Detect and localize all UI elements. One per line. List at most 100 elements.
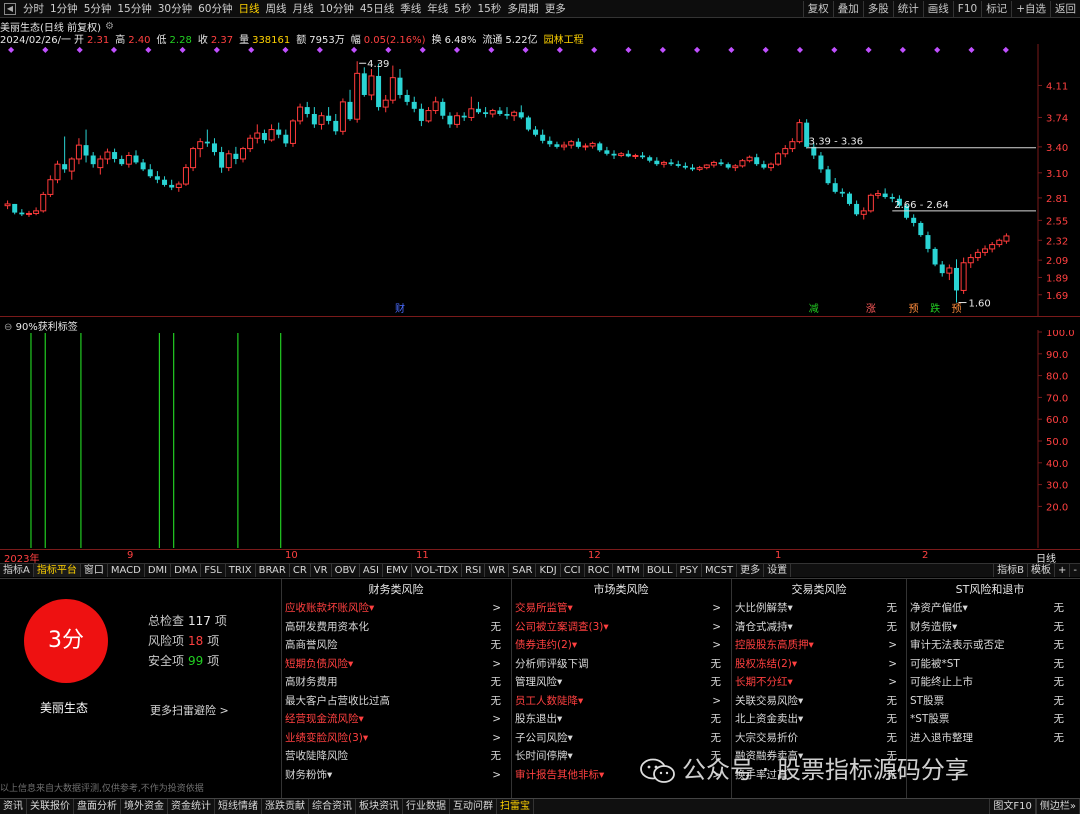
tab-17[interactable]: SAR	[509, 564, 537, 577]
chevron-right-icon[interactable]: >	[712, 636, 721, 655]
toolbar-btn-2[interactable]: 多股	[862, 1, 893, 17]
risk-item[interactable]: 大比例解禁▾ 无	[735, 599, 903, 618]
period-4[interactable]: 30分钟	[155, 1, 195, 17]
more-scan-link[interactable]: 更多扫雷避险 >	[150, 702, 229, 718]
tab-11[interactable]: OBV	[332, 564, 360, 577]
tab-23[interactable]: PSY	[677, 564, 703, 577]
toolbar-btn-6[interactable]: 标记	[981, 1, 1011, 17]
risk-item[interactable]: 可能被*ST 无	[910, 655, 1070, 674]
risk-item[interactable]: 高财务费用 无	[285, 673, 507, 692]
chevron-right-icon[interactable]: >	[492, 710, 501, 729]
period-10[interactable]: 45日线	[357, 1, 397, 17]
toolbar-btn-5[interactable]: F10	[952, 1, 981, 17]
tab-18[interactable]: KDJ	[536, 564, 561, 577]
risk-item[interactable]: 短期负债风险▾ >	[285, 655, 507, 674]
toolbar-btn-1[interactable]: 叠加	[832, 1, 863, 17]
risk-item[interactable]: 公司被立案调查(3)▾ >	[515, 618, 727, 637]
toolbar-btn-3[interactable]: 统计	[892, 1, 923, 17]
risk-item[interactable]: ST股票 无	[910, 692, 1070, 711]
tab-14[interactable]: VOL-TDX	[412, 564, 463, 577]
chevron-right-icon[interactable]: >	[888, 673, 897, 692]
tab-7[interactable]: TRIX	[226, 564, 256, 577]
tab-right-3[interactable]: -	[1069, 564, 1080, 577]
tab-9[interactable]: CR	[290, 564, 311, 577]
tab-4[interactable]: DMI	[145, 564, 172, 577]
period-15[interactable]: 多周期	[504, 1, 542, 17]
settings-icon[interactable]: ⚙	[105, 21, 114, 32]
bottom-tab-5[interactable]: 短线情绪	[215, 799, 262, 814]
period-3[interactable]: 15分钟	[114, 1, 154, 17]
period-12[interactable]: 年线	[424, 1, 451, 17]
period-7[interactable]: 周线	[263, 1, 290, 17]
risk-item[interactable]: 高商誉风险 无	[285, 636, 507, 655]
bottom-tab-4[interactable]: 资金统计	[168, 799, 215, 814]
tab-12[interactable]: ASI	[360, 564, 383, 577]
period-16[interactable]: 更多	[542, 1, 569, 17]
toolbar-menu-icon[interactable]: ◀	[4, 2, 16, 15]
chevron-right-icon[interactable]: >	[712, 692, 721, 711]
risk-item[interactable]: 营收陡降风险 无	[285, 747, 507, 766]
risk-item[interactable]: 子公司风险▾ 无	[515, 729, 727, 748]
risk-item[interactable]: 北上资金卖出▾ 无	[735, 710, 903, 729]
risk-item[interactable]: 经营现金流风险▾ >	[285, 710, 507, 729]
tab-21[interactable]: MTM	[613, 564, 644, 577]
chevron-right-icon[interactable]: >	[888, 655, 897, 674]
profit-label-subchart[interactable]: 100.0 90.0 80.0 70.0 60.0 50.0 40.0 30.0 20.0	[0, 330, 1080, 548]
tab-5[interactable]: DMA	[171, 564, 202, 577]
risk-item[interactable]: 高研发费用资本化 无	[285, 618, 507, 637]
tab-1[interactable]: 指标平台	[33, 564, 81, 577]
tab-0[interactable]: 指标A	[0, 564, 34, 577]
period-9[interactable]: 10分钟	[317, 1, 357, 17]
tab-3[interactable]: MACD	[108, 564, 145, 577]
risk-item[interactable]: 股东退出▾ 无	[515, 710, 727, 729]
sector-label[interactable]: 园林工程	[544, 31, 584, 46]
chevron-right-icon[interactable]: >	[712, 599, 721, 618]
tab-26[interactable]: 设置	[764, 564, 792, 577]
candlestick-chart[interactable]: 4.11 3.74 3.40 3.10 2.81 2.55 2.32 2.09 1.89 1.69…	[0, 44, 1080, 316]
tab-25[interactable]: 更多	[737, 564, 765, 577]
tab-10[interactable]: VR	[311, 564, 332, 577]
toolbar-btn-7[interactable]: +自选	[1011, 1, 1050, 17]
bottom-right-1[interactable]: 侧边栏»	[1035, 799, 1080, 814]
period-0[interactable]: 分时	[20, 1, 47, 17]
tab-8[interactable]: BRAR	[256, 564, 290, 577]
risk-item[interactable]: 大宗交易折价 无	[735, 729, 903, 748]
chevron-right-icon[interactable]: >	[492, 766, 501, 785]
toolbar-btn-4[interactable]: 画线	[922, 1, 953, 17]
risk-item[interactable]: 财务造假▾ 无	[910, 618, 1070, 637]
bottom-tab-6[interactable]: 涨跌贡献	[262, 799, 309, 814]
bottom-tab-1[interactable]: 关联报价	[27, 799, 74, 814]
toolbar-btn-0[interactable]: 复权	[802, 1, 833, 17]
risk-item[interactable]: 最大客户占营收比过高 无	[285, 692, 507, 711]
risk-item[interactable]: 财务粉饰▾ >	[285, 766, 507, 785]
risk-item[interactable]: *ST股票 无	[910, 710, 1070, 729]
tab-right-0[interactable]: 指标B	[993, 564, 1027, 577]
risk-item[interactable]: 员工人数陡降▾ >	[515, 692, 727, 711]
bottom-tab-7[interactable]: 综合资讯	[309, 799, 356, 814]
risk-item[interactable]: 管理风险▾ 无	[515, 673, 727, 692]
bottom-tab-0[interactable]: 资讯	[0, 799, 27, 814]
chevron-right-icon[interactable]: >	[888, 636, 897, 655]
risk-item[interactable]: 净资产偏低▾ 无	[910, 599, 1070, 618]
risk-item[interactable]: 关联交易风险▾ 无	[735, 692, 903, 711]
risk-item[interactable]: 控股股东高质押▾ >	[735, 636, 903, 655]
toolbar-btn-8[interactable]: 返回	[1050, 1, 1080, 17]
tab-15[interactable]: RSI	[462, 564, 486, 577]
tab-right-1[interactable]: 模板	[1027, 564, 1054, 577]
bottom-tab-9[interactable]: 行业数据	[403, 799, 450, 814]
tab-19[interactable]: CCI	[561, 564, 585, 577]
period-8[interactable]: 月线	[290, 1, 317, 17]
tab-16[interactable]: WR	[485, 564, 510, 577]
tab-24[interactable]: MCST	[702, 564, 738, 577]
chevron-right-icon[interactable]: >	[492, 599, 501, 618]
tab-6[interactable]: FSL	[201, 564, 226, 577]
chevron-right-icon[interactable]: >	[712, 618, 721, 637]
risk-item[interactable]: 进入退市整理 无	[910, 729, 1070, 748]
tab-20[interactable]: ROC	[585, 564, 614, 577]
risk-item[interactable]: 业绩变脸风险(3)▾ >	[285, 729, 507, 748]
risk-item[interactable]: 可能终止上市 无	[910, 673, 1070, 692]
tab-22[interactable]: BOLL	[644, 564, 677, 577]
tab-13[interactable]: EMV	[383, 564, 412, 577]
period-1[interactable]: 1分钟	[47, 1, 81, 17]
bottom-tab-8[interactable]: 板块资讯	[356, 799, 403, 814]
